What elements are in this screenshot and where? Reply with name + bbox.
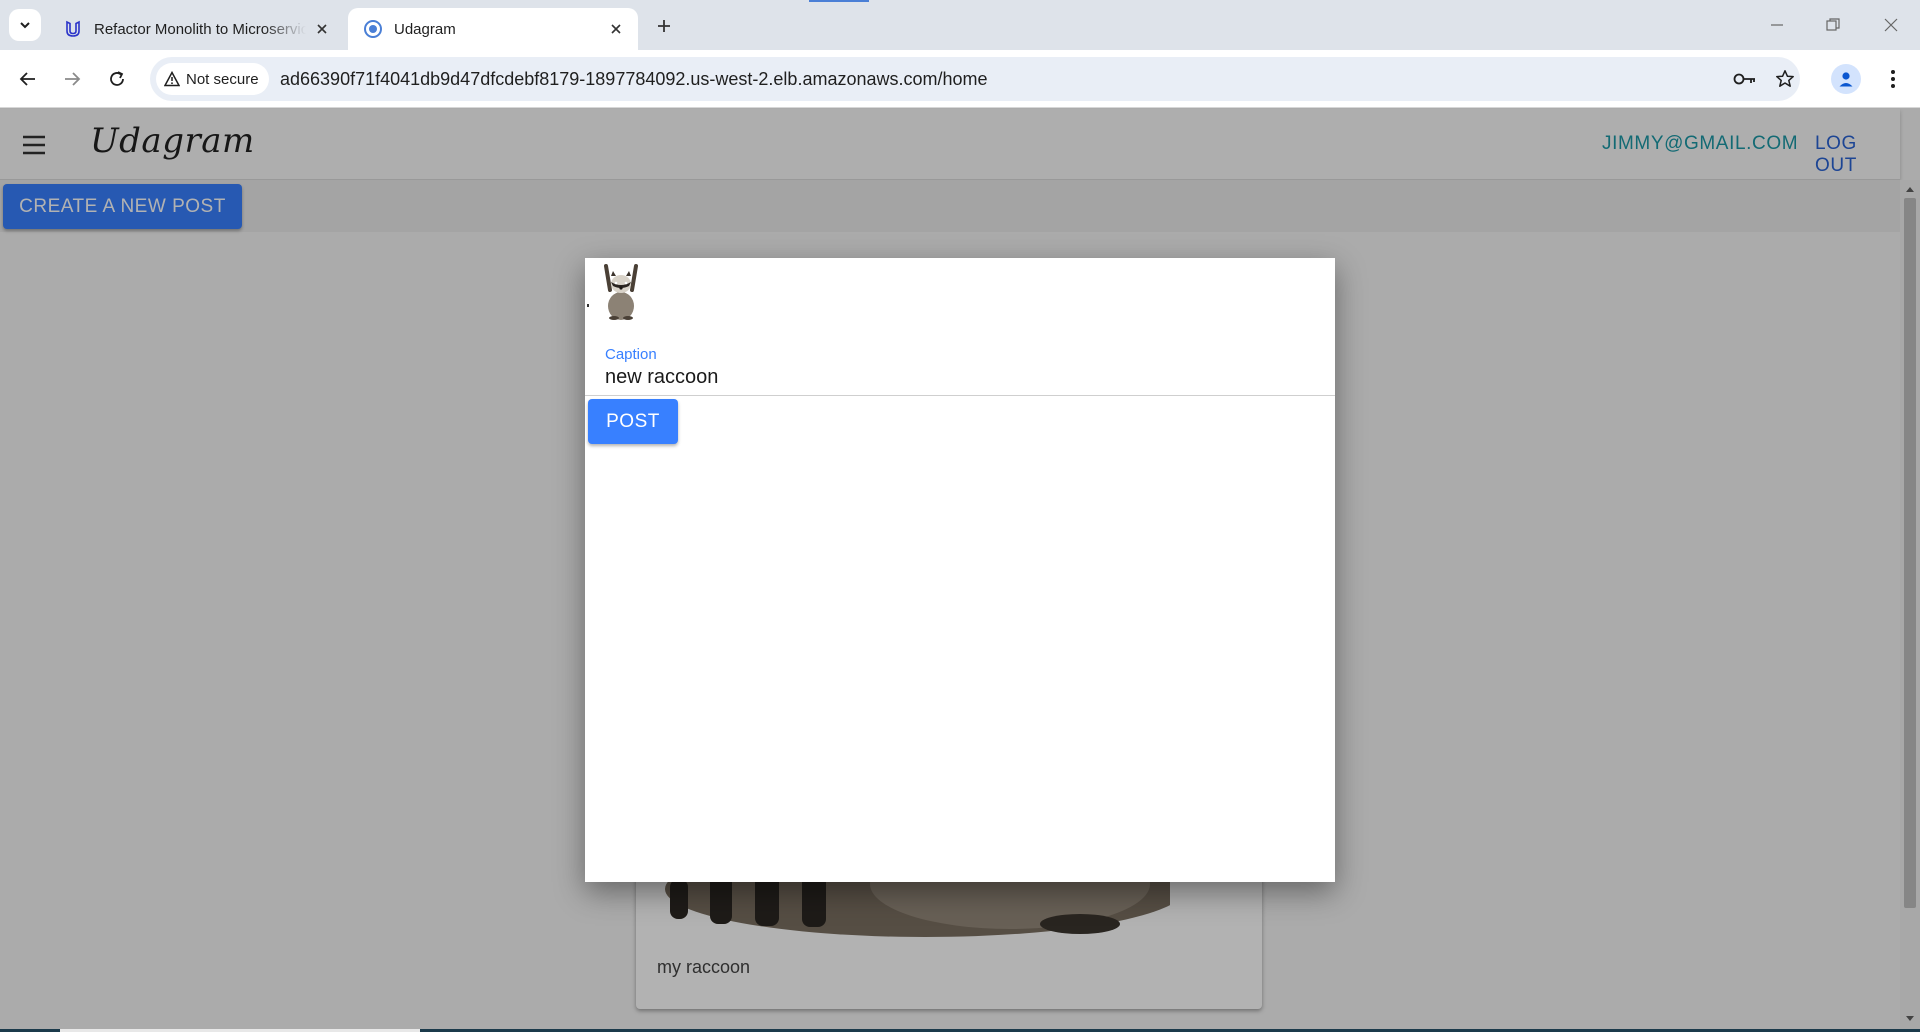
security-chip[interactable]: Not secure — [156, 63, 269, 95]
caption-input[interactable] — [605, 366, 1305, 389]
browser-tab-strip: Refactor Monolith to Microservices Udagr… — [0, 0, 1920, 50]
chevron-down-icon — [20, 22, 30, 29]
browser-menu-button[interactable] — [1878, 64, 1908, 94]
close-icon — [1884, 18, 1898, 32]
forward-button[interactable] — [56, 63, 88, 95]
stray-mark — [587, 304, 589, 307]
back-button[interactable] — [12, 63, 44, 95]
tab-refactor-monolith[interactable]: Refactor Monolith to Microservices — [48, 8, 344, 50]
person-icon — [1839, 72, 1853, 87]
close-icon[interactable] — [606, 19, 626, 39]
reload-button[interactable] — [101, 63, 133, 95]
security-label: Not secure — [186, 70, 259, 88]
star-icon — [1776, 70, 1794, 87]
reload-icon — [110, 71, 124, 86]
forward-arrow-icon — [65, 72, 81, 86]
caption-label: Caption — [605, 346, 657, 363]
profile-button[interactable] — [1831, 64, 1861, 94]
restore-button[interactable] — [1818, 10, 1848, 40]
minimize-icon — [1771, 24, 1783, 26]
warning-icon — [164, 71, 180, 87]
caption-underline — [585, 395, 1335, 396]
tab-title: Refactor Monolith to Microservices — [94, 20, 306, 38]
bookmark-button[interactable] — [1770, 64, 1800, 94]
udagram-page: Udagram JIMMY@GMAIL.COM LOG OUT CREATE A… — [0, 109, 1920, 1032]
url-text: ad66390f71f4041db9d47dfcdebf8179-1897784… — [280, 69, 988, 89]
more-vert-icon — [1891, 70, 1895, 88]
tab-search-button[interactable] — [9, 9, 41, 41]
close-icon[interactable] — [312, 19, 332, 39]
post-button[interactable]: POST — [588, 399, 678, 444]
restore-icon — [1826, 18, 1840, 31]
tab-udagram[interactable]: Udagram — [348, 8, 638, 50]
tab-strip-indicator — [809, 0, 869, 2]
minimize-button[interactable] — [1762, 10, 1792, 40]
udacity-icon — [62, 18, 84, 40]
close-window-button[interactable] — [1876, 10, 1906, 40]
plus-icon — [658, 20, 670, 32]
browser-toolbar: Not secure ad66390f71f4041db9d47dfcdebf8… — [0, 50, 1920, 108]
back-arrow-icon — [19, 72, 35, 86]
new-tab-button[interactable] — [650, 12, 678, 40]
password-key-button[interactable] — [1730, 64, 1760, 94]
chrome-loading-icon — [362, 18, 384, 40]
new-post-modal: Caption POST — [585, 258, 1335, 882]
image-preview-raccoon — [604, 264, 638, 320]
address-bar[interactable]: Not secure ad66390f71f4041db9d47dfcdebf8… — [150, 57, 1800, 101]
tab-title: Udagram — [394, 20, 456, 38]
key-icon — [1733, 73, 1755, 85]
